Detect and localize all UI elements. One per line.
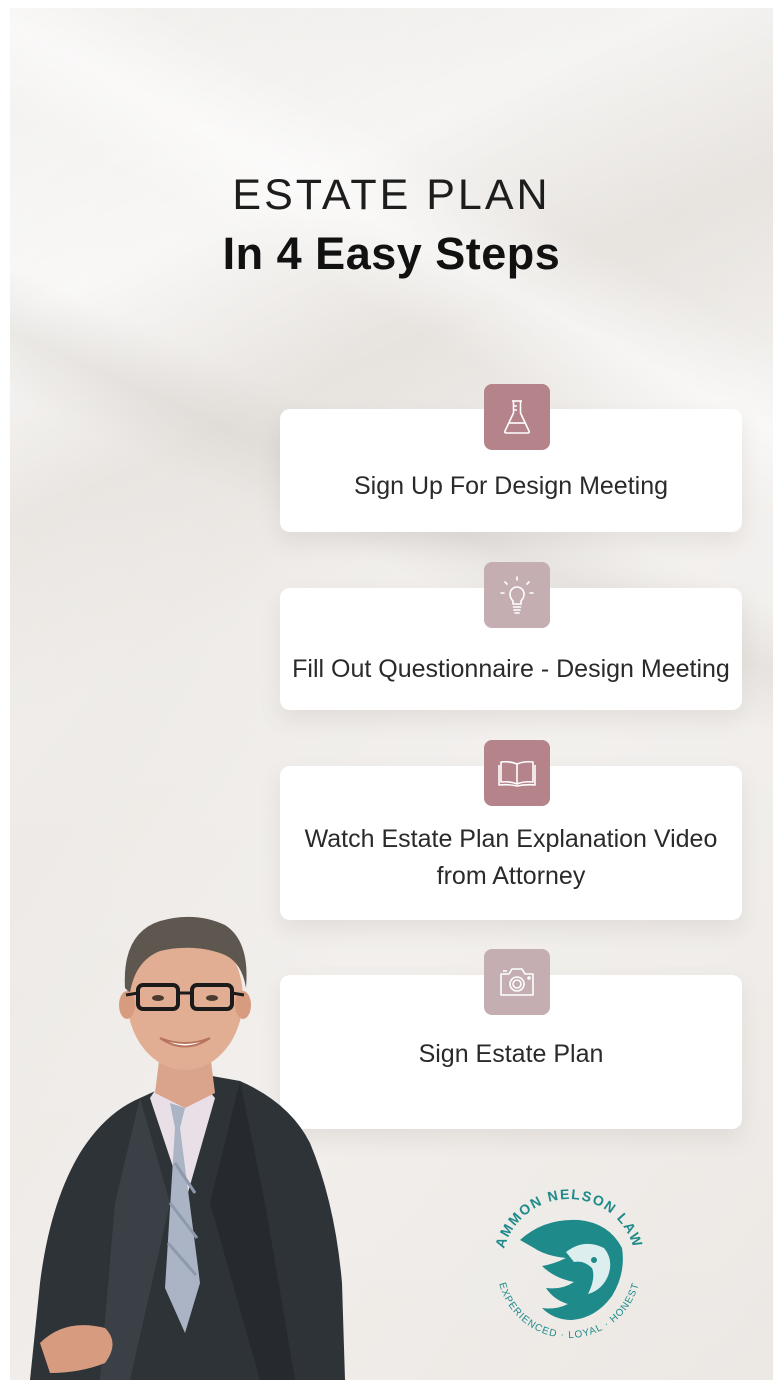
- attorney-photo: [30, 916, 345, 1380]
- step-badge-4: [484, 949, 550, 1015]
- flask-icon: [503, 400, 531, 434]
- page-subtitle: In 4 Easy Steps: [222, 228, 561, 279]
- open-book-icon: [498, 760, 536, 787]
- step-badge-2: [484, 562, 550, 628]
- ammon-nelson-law-logo: AMMON NELSON LAW EXPERIENCED · LOYAL · H…: [492, 1186, 645, 1341]
- step-badge-1: [484, 384, 550, 450]
- page-title: ESTATE PLAN: [232, 171, 551, 219]
- page-frame: ESTATE PLAN In 4 Easy Steps Sign Up For …: [10, 8, 773, 1380]
- step-label: Watch Estate Plan Explanation Video from…: [304, 825, 718, 890]
- step-label: Sign Estate Plan: [418, 1039, 604, 1068]
- camera-icon: [500, 968, 534, 996]
- lightbulb-icon: [500, 576, 534, 614]
- step-badge-3: [484, 740, 550, 806]
